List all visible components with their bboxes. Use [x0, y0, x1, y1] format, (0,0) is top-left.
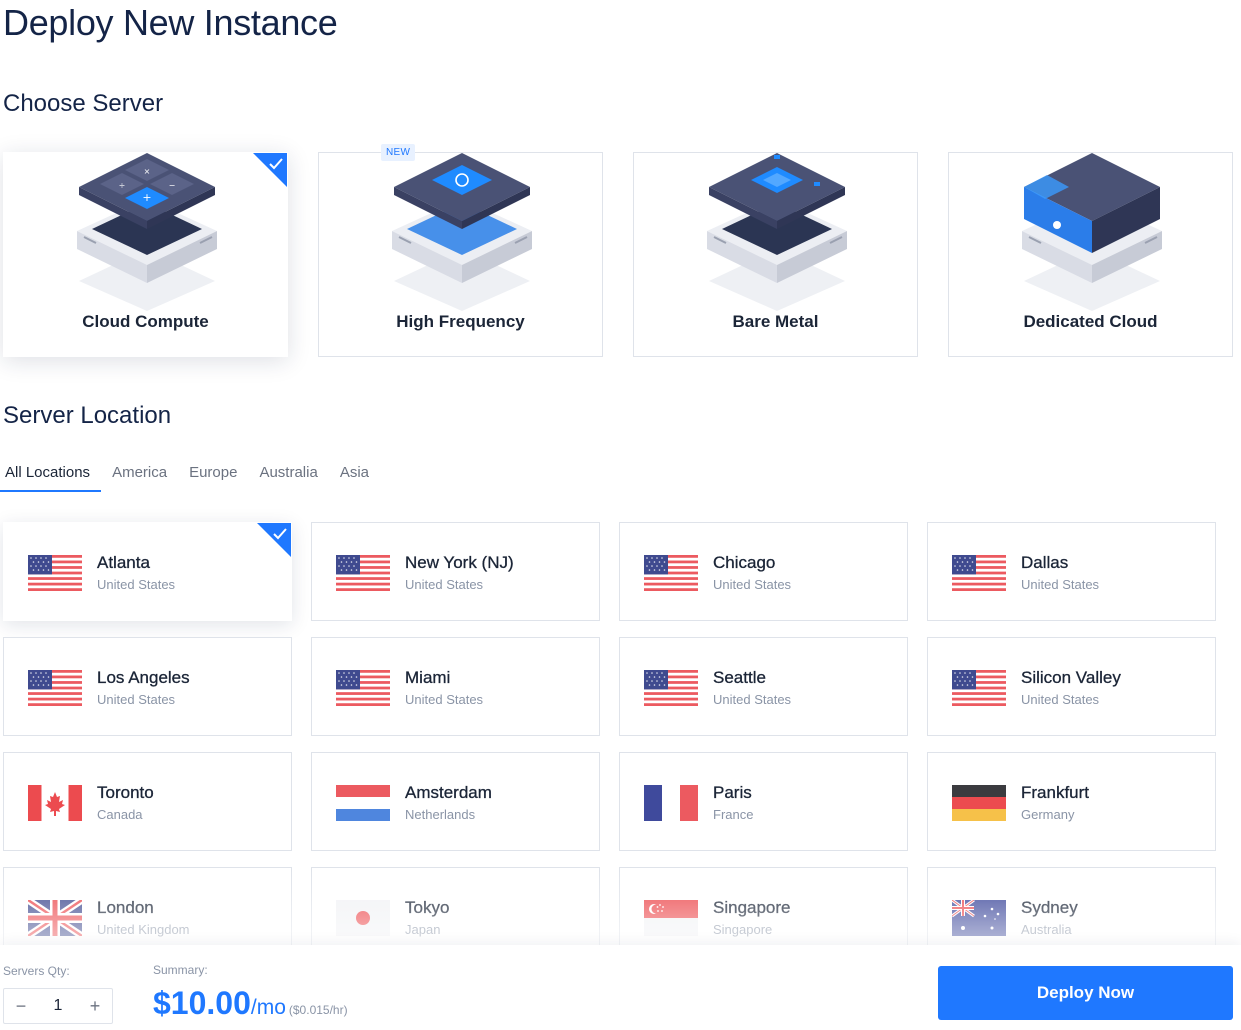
location-city: Dallas: [1021, 553, 1069, 572]
location-card[interactable]: Frankfurt Germany: [927, 752, 1216, 851]
us-flag-icon: [28, 555, 82, 591]
us-flag-icon: [952, 555, 1006, 591]
high-frequency-icon: [392, 153, 532, 311]
location-tabs: All Locations America Europe Australia A…: [0, 462, 380, 492]
location-card[interactable]: Chicago United States: [619, 522, 908, 621]
location-country: Australia: [1021, 922, 1072, 937]
server-location-heading: Server Location: [3, 402, 172, 429]
location-card[interactable]: Amsterdam Netherlands: [311, 752, 600, 851]
server-card-cloud-compute[interactable]: + × − ÷ Cloud Compute: [3, 152, 288, 357]
quantity-stepper: − +: [3, 988, 113, 1024]
decrement-button[interactable]: −: [4, 996, 38, 1017]
location-country: Germany: [1021, 807, 1075, 822]
location-country: United States: [97, 692, 176, 707]
deploy-now-button[interactable]: Deploy Now: [938, 966, 1233, 1020]
location-card[interactable]: Los Angeles United States: [3, 637, 292, 736]
us-flag-icon: [28, 670, 82, 706]
svg-text:×: ×: [144, 167, 151, 176]
location-country: Canada: [97, 807, 143, 822]
tab-europe[interactable]: Europe: [178, 462, 248, 492]
server-card-dedicated-cloud[interactable]: Dedicated Cloud: [948, 152, 1233, 357]
order-summary-bar: Servers Qty: − + Summary: $10.00/mo($0.0…: [0, 945, 1241, 1030]
price-period: /mo: [250, 996, 286, 1019]
location-city: Amsterdam: [405, 783, 492, 802]
location-city: Seattle: [713, 668, 766, 687]
location-country: United States: [405, 692, 484, 707]
australia-flag-icon: [952, 900, 1006, 936]
location-country: Japan: [405, 922, 441, 937]
location-city: Paris: [713, 783, 752, 802]
price-summary: $10.00/mo ($0.015/hr): [153, 985, 348, 1022]
selected-check-icon: [253, 153, 287, 187]
location-country: United States: [1021, 577, 1100, 592]
server-card-bare-metal[interactable]: Bare Metal: [633, 152, 918, 357]
location-country: Netherlands: [405, 807, 476, 822]
location-city: Singapore: [713, 898, 791, 917]
japan-flag-icon: [336, 900, 390, 936]
location-card[interactable]: Miami United States: [311, 637, 600, 736]
server-card-label: High Frequency: [396, 312, 525, 331]
bare-metal-icon: [707, 153, 847, 311]
choose-server-heading: Choose Server: [3, 90, 164, 117]
location-city: New York (NJ): [405, 553, 514, 572]
location-country: United States: [97, 577, 176, 592]
server-card-label: Bare Metal: [732, 312, 819, 331]
location-city: Sydney: [1021, 898, 1078, 917]
server-card-label: Cloud Compute: [82, 312, 209, 331]
location-country: United States: [405, 577, 484, 592]
location-card[interactable]: New York (NJ) United States: [311, 522, 600, 621]
singapore-flag-icon: [644, 900, 698, 936]
cloud-compute-icon: + × − ÷: [77, 153, 217, 311]
location-card[interactable]: Dallas United States: [927, 522, 1216, 621]
location-city: Atlanta: [97, 553, 150, 572]
location-city: Toronto: [97, 783, 154, 802]
location-city: Los Angeles: [97, 668, 190, 687]
location-country: United Kingdom: [97, 922, 190, 937]
svg-text:−: −: [169, 181, 176, 190]
location-country: France: [713, 807, 754, 822]
location-card[interactable]: Seattle United States: [619, 637, 908, 736]
tab-asia[interactable]: Asia: [329, 462, 380, 492]
us-flag-icon: [336, 555, 390, 591]
location-city: London: [97, 898, 154, 917]
location-card[interactable]: Paris France: [619, 752, 908, 851]
location-city: Miami: [405, 668, 451, 687]
location-city: Frankfurt: [1021, 783, 1090, 802]
location-country: Singapore: [713, 922, 773, 937]
svg-text:+: +: [142, 191, 151, 204]
us-flag-icon: [952, 670, 1006, 706]
location-country: United States: [713, 692, 792, 707]
uk-flag-icon: [28, 900, 82, 936]
germany-flag-icon: [952, 785, 1006, 821]
tab-all-locations[interactable]: All Locations: [0, 462, 102, 492]
servers-qty-label: Servers Qty:: [3, 964, 70, 978]
us-flag-icon: [644, 555, 698, 591]
server-card-high-frequency[interactable]: NEW High Frequency: [318, 144, 603, 357]
summary-label: Summary:: [153, 963, 208, 977]
us-flag-icon: [336, 670, 390, 706]
location-country: United States: [1021, 692, 1100, 707]
increment-button[interactable]: +: [78, 996, 112, 1017]
page-title: Deploy New Instance: [3, 2, 338, 43]
canada-flag-icon: [28, 785, 82, 821]
netherlands-flag-icon: [336, 785, 390, 821]
hourly-price: ($0.015/hr): [288, 1003, 348, 1017]
location-city: Silicon Valley: [1021, 668, 1121, 687]
location-card[interactable]: Silicon Valley United States: [927, 637, 1216, 736]
quantity-input[interactable]: [38, 997, 78, 1015]
location-card[interactable]: Atlanta United States: [3, 522, 292, 621]
tab-america[interactable]: America: [101, 462, 178, 492]
us-flag-icon: [644, 670, 698, 706]
server-card-label: Dedicated Cloud: [1023, 312, 1158, 331]
tab-australia[interactable]: Australia: [248, 462, 328, 492]
location-city: Chicago: [713, 553, 776, 572]
location-card[interactable]: Toronto Canada: [3, 752, 292, 851]
france-flag-icon: [644, 785, 698, 821]
svg-text:÷: ÷: [119, 181, 126, 190]
location-country: United States: [713, 577, 792, 592]
location-city: Tokyo: [405, 898, 450, 917]
selected-check-icon: [257, 523, 291, 557]
dedicated-cloud-icon: [1022, 153, 1162, 311]
monthly-price: $10.00: [153, 985, 251, 1021]
